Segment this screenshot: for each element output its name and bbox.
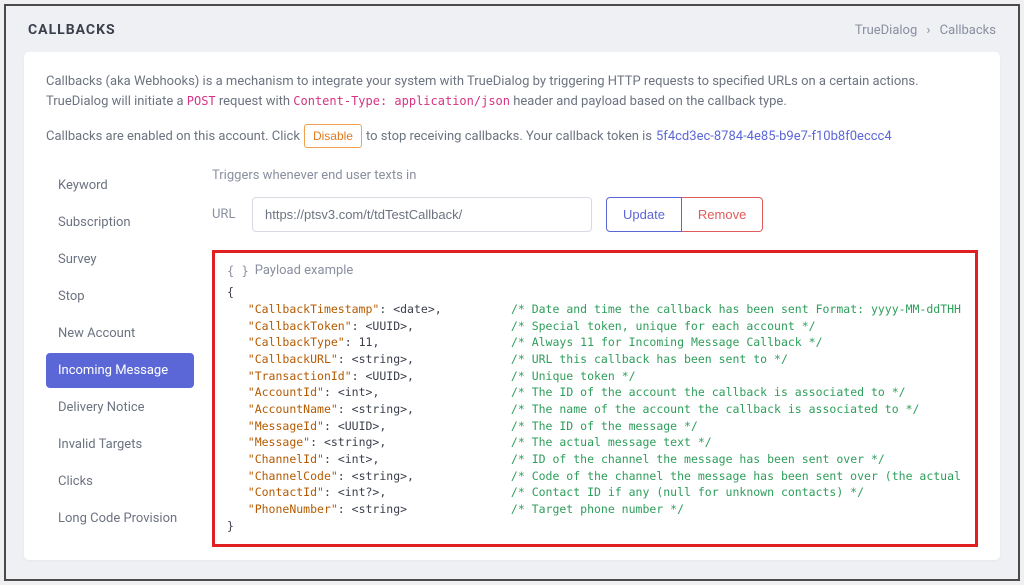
intro-text: Callbacks (aka Webhooks) is a mechanism … [46,72,978,112]
braces-icon: { } [227,264,249,278]
trigger-description: Triggers whenever end user texts in [212,168,978,183]
page-title: CALLBACKS [28,22,116,38]
page-header: CALLBACKS TrueDialog › Callbacks [6,6,1018,52]
sidebar-item-new-account[interactable]: New Account [46,316,194,351]
sidebar-item-incoming-message[interactable]: Incoming Message [46,353,194,388]
enabled-line: Callbacks are enabled on this account. C… [46,124,978,148]
disable-button[interactable]: Disable [304,124,362,148]
callback-token: 5f4cd3ec-8784-4e85-b9e7-f10b8f0eccc4 [656,129,892,144]
breadcrumb: TrueDialog › Callbacks [855,23,996,38]
payload-code: { "CallbackTimestamp": <date>, /* Date a… [227,284,963,534]
post-code: POST [187,94,216,108]
sidebar-item-survey[interactable]: Survey [46,242,194,277]
sidebar-item-invalid-targets[interactable]: Invalid Targets [46,427,194,462]
sidebar-item-long-code-provision[interactable]: Long Code Provision [46,501,194,536]
payload-code-scroll[interactable]: { "CallbackTimestamp": <date>, /* Date a… [227,284,963,538]
content-card: Callbacks (aka Webhooks) is a mechanism … [24,52,1000,560]
url-input[interactable] [252,197,592,232]
breadcrumb-leaf: Callbacks [940,23,996,38]
app-frame: CALLBACKS TrueDialog › Callbacks Callbac… [4,4,1020,581]
url-button-group: Update Remove [606,197,763,232]
main-panel: Triggers whenever end user texts in URL … [212,168,978,547]
remove-button[interactable]: Remove [682,197,763,232]
payload-title: { } Payload example [227,263,963,278]
url-row: URL Update Remove [212,197,978,232]
breadcrumb-root[interactable]: TrueDialog [855,23,917,38]
url-label: URL [212,207,238,222]
content-type-code: Content-Type: application/json [293,94,510,108]
callback-type-sidebar: KeywordSubscriptionSurveyStopNew Account… [46,168,194,547]
sidebar-item-clicks[interactable]: Clicks [46,464,194,499]
sidebar-item-delivery-notice[interactable]: Delivery Notice [46,390,194,425]
sidebar-item-subscription[interactable]: Subscription [46,205,194,240]
chevron-right-icon: › [927,23,931,38]
sidebar-item-stop[interactable]: Stop [46,279,194,314]
payload-example-box: { } Payload example { "CallbackTimestamp… [212,250,978,547]
update-button[interactable]: Update [606,197,682,232]
sidebar-item-keyword[interactable]: Keyword [46,168,194,203]
